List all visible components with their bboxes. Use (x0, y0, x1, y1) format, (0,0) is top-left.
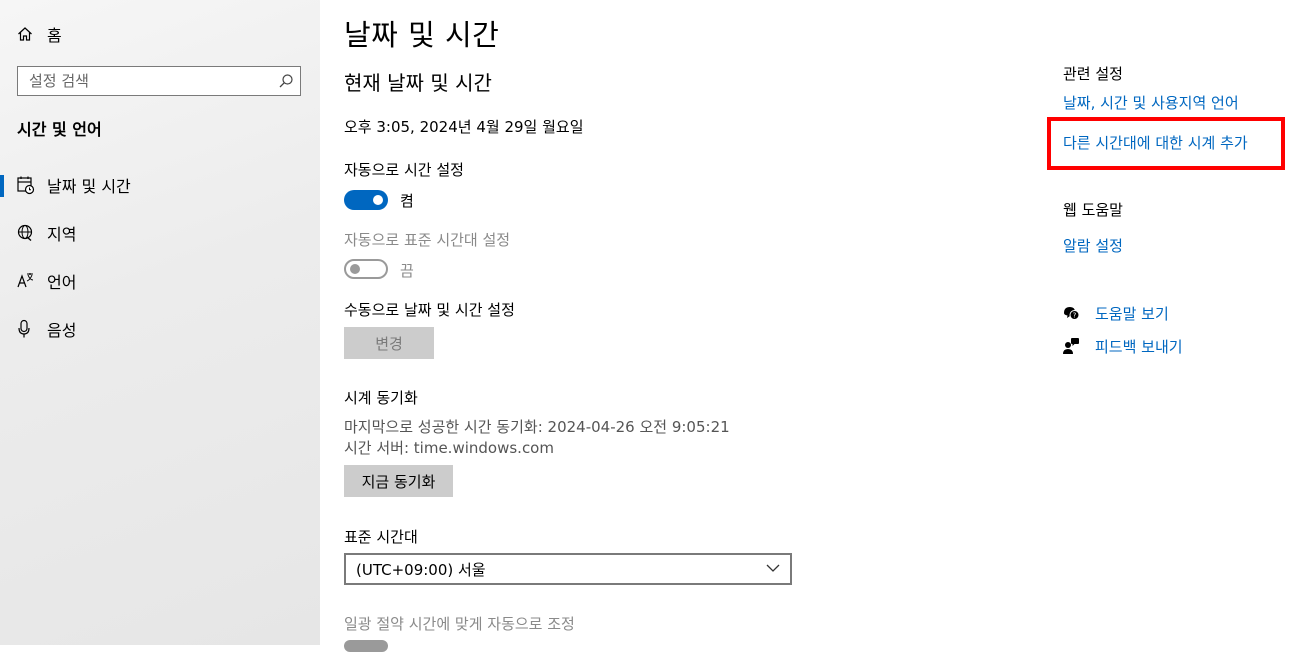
search-input[interactable] (29, 72, 278, 90)
manual-time-label: 수동으로 날짜 및 시간 설정 (344, 301, 515, 319)
active-indicator (0, 175, 4, 197)
sidebar-item-label: 지역 (47, 225, 77, 244)
globe-icon (17, 224, 33, 242)
timezone-label: 표준 시간대 (344, 528, 418, 546)
auto-time-toggle[interactable] (344, 190, 388, 210)
sync-heading: 시계 동기화 (344, 389, 418, 407)
sidebar-item-language[interactable]: 언어 (0, 261, 320, 301)
alarm-settings-link[interactable]: 알람 설정 (1063, 235, 1123, 256)
send-feedback-link[interactable]: 피드백 보내기 (1095, 336, 1183, 357)
change-button[interactable]: 변경 (344, 327, 434, 359)
sync-now-button[interactable]: 지금 동기화 (344, 465, 453, 497)
language-icon (17, 273, 34, 288)
home-label: 홈 (47, 26, 62, 45)
sidebar: 홈 시간 및 언어 날짜 및 시간 지역 (0, 0, 320, 645)
help-icon: ? (1064, 307, 1080, 320)
section-title: 시간 및 언어 (17, 120, 102, 139)
svg-text:?: ? (1073, 312, 1077, 320)
sidebar-item-label: 날짜 및 시간 (47, 177, 131, 196)
microphone-icon (18, 319, 30, 338)
auto-timezone-toggle[interactable] (344, 259, 388, 279)
home-icon (18, 27, 32, 41)
highlight-box (1047, 117, 1285, 170)
toggle-knob (350, 264, 360, 274)
current-datetime: 오후 3:05, 2024년 4월 29일 월요일 (344, 118, 584, 136)
auto-time-label: 자동으로 시간 설정 (344, 161, 464, 179)
section-heading: 현재 날짜 및 시간 (344, 71, 492, 95)
sidebar-item-label: 언어 (47, 273, 77, 292)
dst-label: 일광 절약 시간에 맞게 자동으로 조정 (344, 615, 575, 633)
auto-timezone-label: 자동으로 표준 시간대 설정 (344, 231, 511, 249)
settings-search-box[interactable] (17, 66, 301, 96)
page-title: 날짜 및 시간 (344, 18, 500, 52)
sidebar-item-speech[interactable]: 음성 (0, 309, 320, 349)
toggle-knob (373, 195, 383, 205)
auto-timezone-state: 끔 (400, 262, 414, 280)
timezone-dropdown[interactable]: (UTC+09:00) 서울 (344, 553, 792, 585)
home-nav-item[interactable]: 홈 (17, 23, 62, 45)
last-sync-text: 마지막으로 성공한 시간 동기화: 2024-04-26 오전 9:05:21 (344, 418, 730, 436)
web-help-heading: 웹 도움말 (1063, 201, 1123, 219)
feedback-icon (1063, 338, 1079, 354)
calendar-clock-icon (17, 176, 35, 195)
search-icon[interactable] (278, 73, 294, 89)
get-help-link[interactable]: 도움말 보기 (1095, 303, 1169, 324)
dst-toggle[interactable] (344, 640, 388, 652)
chevron-down-icon (766, 564, 780, 572)
related-settings-heading: 관련 설정 (1063, 65, 1123, 83)
timezone-selected-value: (UTC+09:00) 서울 (356, 560, 486, 579)
sidebar-item-label: 음성 (47, 321, 77, 340)
auto-time-state: 켬 (400, 192, 414, 210)
time-server-text: 시간 서버: time.windows.com (344, 439, 554, 457)
sidebar-item-date-time[interactable]: 날짜 및 시간 (0, 165, 320, 205)
date-time-region-link[interactable]: 날짜, 시간 및 사용지역 언어 (1063, 92, 1239, 113)
sidebar-item-region[interactable]: 지역 (0, 213, 320, 253)
